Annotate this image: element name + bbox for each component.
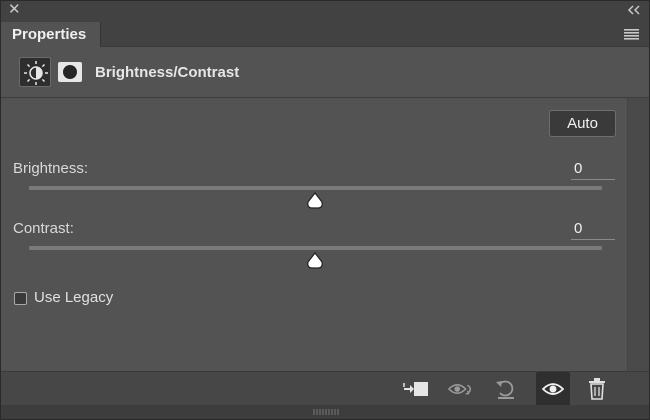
brightness-slider-track[interactable] xyxy=(29,186,602,190)
grip-icon xyxy=(313,409,339,415)
use-legacy-label[interactable]: Use Legacy xyxy=(34,289,113,306)
resize-grip[interactable] xyxy=(1,405,649,419)
tab-row: Properties xyxy=(1,22,649,47)
contrast-slider-track[interactable] xyxy=(29,246,602,250)
contrast-slider-thumb[interactable] xyxy=(306,252,324,269)
mask-icon[interactable] xyxy=(58,62,82,82)
use-legacy-checkbox[interactable] xyxy=(14,292,27,305)
properties-panel: ✕ Properties Brightness/Contrast Auto Br… xyxy=(0,0,650,420)
brightness-slider-thumb[interactable] xyxy=(306,192,324,209)
contrast-value-field[interactable]: 0 xyxy=(571,218,615,240)
adjustment-title: Brightness/Contrast xyxy=(95,64,240,81)
scrollbar[interactable] xyxy=(627,98,649,371)
properties-content: Auto Brightness: 0 Contrast: 0 Use Legac… xyxy=(1,98,627,371)
trash-icon[interactable] xyxy=(583,375,611,403)
close-icon[interactable]: ✕ xyxy=(8,2,22,17)
properties-header: Brightness/Contrast xyxy=(1,47,649,98)
eye-icon[interactable] xyxy=(536,372,570,406)
reset-icon[interactable] xyxy=(492,375,520,403)
auto-button[interactable]: Auto xyxy=(549,110,616,137)
panel-menu-icon[interactable] xyxy=(624,29,639,40)
brightness-label: Brightness: xyxy=(13,160,89,177)
brightness-value-field[interactable]: 0 xyxy=(571,158,615,180)
view-previous-state-icon[interactable] xyxy=(447,375,475,403)
panel-title-strip: ✕ xyxy=(1,1,649,22)
collapse-icon[interactable] xyxy=(627,4,641,16)
clip-to-layer-icon[interactable] xyxy=(401,375,429,403)
tab-properties[interactable]: Properties xyxy=(1,22,101,47)
contrast-label: Contrast: xyxy=(13,220,74,237)
brightness-contrast-icon[interactable] xyxy=(19,57,51,87)
properties-bottom-bar xyxy=(1,371,649,406)
